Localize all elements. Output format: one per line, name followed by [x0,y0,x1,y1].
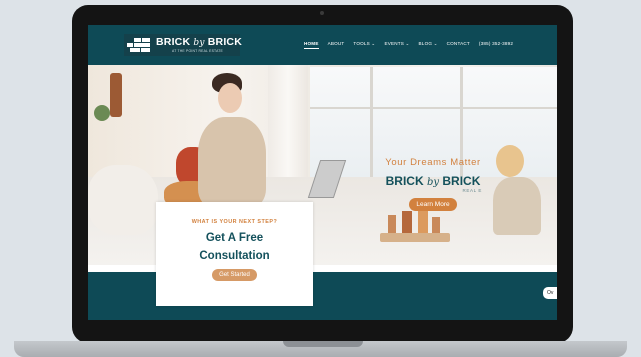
consultation-card: WHAT IS YOUR NEXT STEP? Get A Free Consu… [156,202,313,306]
webcam [320,11,324,15]
nav-item-about[interactable]: ABOUT [328,41,345,49]
laptop-screen: BRICK by BRICK AT THE POINT REAL ESTATE … [88,25,557,320]
main-nav: HOME ABOUT TOOLS ⌄ EVENTS ⌄ BLOG ⌄ CONTA… [304,41,522,49]
nav-item-tools[interactable]: TOOLS ⌄ [353,41,375,49]
chat-widget[interactable]: Ov [543,287,557,299]
hero-tagline: Your Dreams Matter [385,157,481,168]
curtain [268,65,308,180]
nav-item-contact[interactable]: CONTACT [447,41,470,49]
hero-overlay: Your Dreams Matter BRICK by BRICK REAL E… [378,157,488,211]
plant [94,105,110,121]
nav-item-phone[interactable]: (385) 352-3892 [479,41,513,49]
hero-brand-sub: REAL E [462,188,482,193]
vase [110,73,122,117]
get-started-button[interactable]: Get Started [212,269,257,281]
child-figure [493,177,541,235]
logo-name: BRICK by BRICK [156,36,242,48]
toy-block [432,217,440,233]
toy-tray [380,233,450,242]
site-header: BRICK by BRICK AT THE POINT REAL ESTATE … [88,25,557,65]
site-logo[interactable]: BRICK by BRICK AT THE POINT REAL ESTATE [124,34,242,56]
toy-block [388,215,396,233]
nav-item-home[interactable]: HOME [304,41,319,49]
child-head [496,145,524,177]
woman-figure [198,117,266,207]
card-title-line1: Get A Free [205,232,264,244]
logo-tagline: AT THE POINT REAL ESTATE [172,49,224,53]
brick-logo-icon [127,38,150,52]
toy-block [402,211,412,233]
card-eyebrow: WHAT IS YOUR NEXT STEP? [191,219,278,225]
card-title-line2: Consultation [199,250,270,262]
pillow-white [88,165,158,235]
learn-more-button[interactable]: Learn More [409,198,457,211]
hero-brand: BRICK by BRICK [385,174,481,188]
nav-item-blog[interactable]: BLOG ⌄ [419,41,438,49]
woman-head [218,83,242,113]
nav-item-events[interactable]: EVENTS ⌄ [384,41,409,49]
laptop-notch [283,341,363,347]
